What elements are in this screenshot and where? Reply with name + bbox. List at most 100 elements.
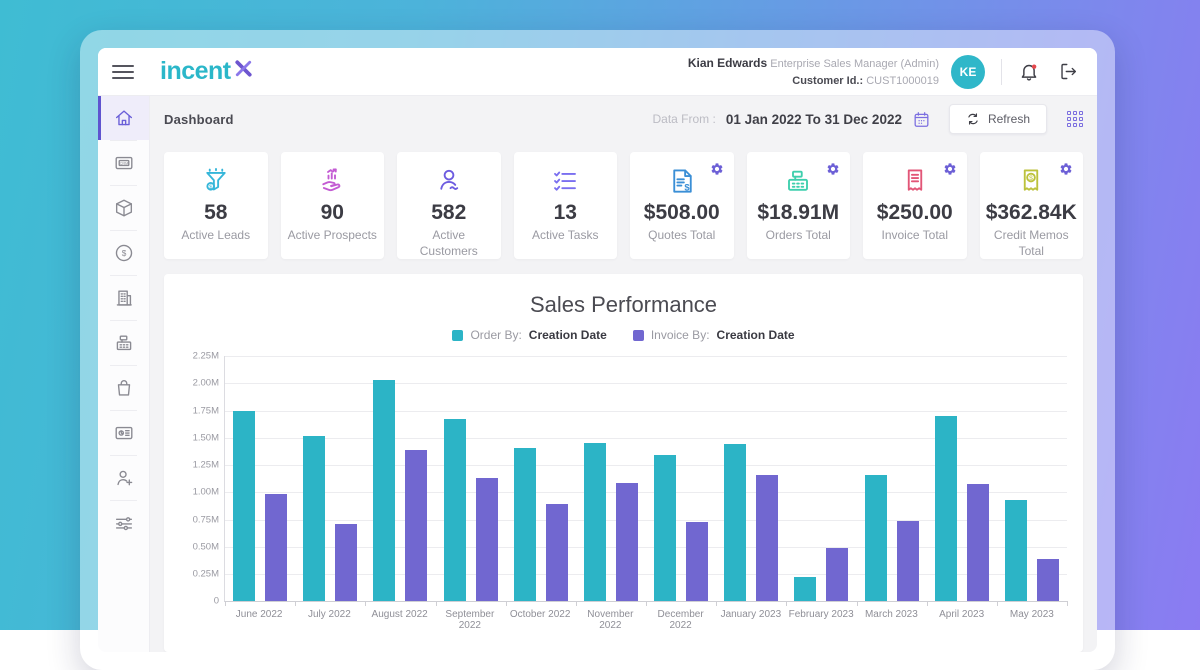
page-header: Dashboard Data From : 01 Jan 2022 To 31 …	[150, 96, 1097, 142]
date-range-value[interactable]: 01 Jan 2022 To 31 Dec 2022	[726, 112, 902, 127]
y-axis-tick-label: 0.50M	[173, 541, 219, 552]
user-name: Kian Edwards	[688, 56, 767, 70]
main-area: Dashboard Data From : 01 Jan 2022 To 31 …	[150, 96, 1097, 652]
kpi-card-active-leads[interactable]: $58Active Leads	[164, 152, 268, 259]
legend-swatch	[633, 330, 644, 341]
data-from-label: Data From :	[652, 112, 715, 126]
app-window: incent Kian Edwards Enterprise Sales Man…	[80, 30, 1115, 670]
gear-icon[interactable]	[1059, 162, 1073, 176]
avatar[interactable]: KE	[951, 55, 985, 89]
kpi-label: Active Tasks	[526, 228, 604, 244]
kpi-value: $18.91M	[757, 201, 839, 225]
sidebar-item-sliders[interactable]	[98, 501, 149, 545]
gear-icon[interactable]	[710, 162, 724, 176]
top-bar: incent Kian Edwards Enterprise Sales Man…	[98, 48, 1097, 96]
x-axis-tick	[225, 601, 226, 606]
logout-icon[interactable]	[1058, 61, 1079, 82]
bar-group-july-2022	[295, 356, 365, 601]
building-icon	[113, 287, 135, 309]
bar	[826, 548, 848, 601]
x-axis-tick	[436, 601, 437, 606]
sidebar-item-shopping-bag[interactable]	[98, 366, 149, 410]
sidebar-item-person-add[interactable]	[98, 456, 149, 500]
bar	[865, 475, 887, 601]
chart-title: Sales Performance	[164, 292, 1083, 318]
bar	[265, 494, 287, 601]
user-info: Kian Edwards Enterprise Sales Manager (A…	[688, 54, 939, 89]
bar	[514, 448, 536, 602]
kpi-value: 90	[321, 201, 344, 225]
bar	[335, 524, 357, 601]
kpi-label: Active Prospects	[282, 228, 383, 244]
kpi-card-active-prospects[interactable]: 90 Active Prospects	[281, 152, 385, 259]
kpi-label: Active Leads	[175, 228, 256, 244]
legend-item-invoice-by[interactable]: Invoice By:Creation Date	[633, 328, 795, 342]
y-axis-tick-label: 0.25M	[173, 568, 219, 579]
x-axis-tick	[576, 601, 577, 606]
chart-x-axis-labels: June 2022July 2022August 2022September 2…	[224, 609, 1067, 631]
legend-value: Creation Date	[717, 328, 795, 342]
kpi-card-credit-memos-total[interactable]: $$362.84KCredit Memos Total	[980, 152, 1084, 259]
bar	[756, 475, 778, 601]
menu-hamburger-icon[interactable]	[112, 65, 134, 79]
bar-group-may-2023	[997, 356, 1067, 601]
kpi-label: Orders Total	[760, 228, 837, 244]
bar	[897, 521, 919, 602]
legend-item-order-by[interactable]: Order By:Creation Date	[452, 328, 606, 342]
sidebar-item-crm-card[interactable]: CRM	[98, 141, 149, 185]
shopping-bag-icon	[113, 377, 135, 399]
bar	[935, 416, 957, 601]
cash-register-icon	[113, 332, 135, 354]
bar	[444, 419, 466, 601]
person-add-icon	[113, 467, 135, 489]
chart-legend: Order By:Creation Date Invoice By:Creatio…	[164, 328, 1083, 342]
bar	[233, 411, 255, 602]
sidebar-item-package[interactable]	[98, 186, 149, 230]
kpi-label: Quotes Total	[642, 228, 721, 244]
customer-id-value: CUST1000019	[866, 75, 939, 87]
kpi-value: 13	[554, 201, 577, 225]
receipt-dollar-icon: $	[1016, 165, 1046, 197]
gear-icon[interactable]	[943, 162, 957, 176]
kpi-card-active-tasks[interactable]: 13 Active Tasks	[514, 152, 618, 259]
kpi-card-invoice-total[interactable]: $250.00Invoice Total	[863, 152, 967, 259]
sidebar-item-cash-register[interactable]	[98, 321, 149, 365]
x-axis-tick	[857, 601, 858, 606]
sidebar-item-dollar-coin[interactable]: $	[98, 231, 149, 275]
y-axis-tick-label: 1.75M	[173, 405, 219, 416]
legend-value: Creation Date	[529, 328, 607, 342]
bar-group-december-2022	[646, 356, 716, 601]
calendar-icon[interactable]	[912, 110, 931, 129]
bar-group-november-2022	[576, 356, 646, 601]
bar	[546, 504, 568, 601]
refresh-icon	[966, 112, 980, 126]
refresh-button[interactable]: Refresh	[949, 104, 1047, 134]
x-axis-tick	[997, 601, 998, 606]
user-role: Enterprise Sales Manager (Admin)	[770, 58, 939, 70]
incentx-logo[interactable]: incent	[160, 57, 254, 86]
notifications-bell-icon[interactable]	[1018, 61, 1040, 83]
kpi-value: 58	[204, 201, 227, 225]
x-axis-tick	[716, 601, 717, 606]
sales-performance-panel: Sales Performance Order By:Creation Date…	[164, 274, 1083, 652]
y-axis-tick-label: 1.00M	[173, 487, 219, 498]
kpi-card-quotes-total[interactable]: $$508.00Quotes Total	[630, 152, 734, 259]
x-axis-label: September 2022	[435, 609, 505, 631]
x-axis-tick	[1067, 601, 1068, 606]
y-axis-tick-label: 2.00M	[173, 378, 219, 389]
sidebar-item-building[interactable]	[98, 276, 149, 320]
receipt-icon	[900, 165, 930, 197]
kpi-card-active-customers[interactable]: 582Active Customers	[397, 152, 501, 259]
x-axis-tick	[365, 601, 366, 606]
bar-group-september-2022	[436, 356, 506, 601]
kpi-card-orders-total[interactable]: $18.91M Orders Total	[747, 152, 851, 259]
kpi-label: Invoice Total	[876, 228, 955, 244]
y-axis-tick-label: 2.25M	[173, 351, 219, 362]
package-icon	[113, 197, 135, 219]
gear-icon[interactable]	[826, 162, 840, 176]
sidebar-item-home[interactable]	[98, 96, 149, 140]
sidebar-item-report-card[interactable]	[98, 411, 149, 455]
bar	[616, 483, 638, 602]
apps-grid-icon[interactable]	[1067, 111, 1083, 127]
document-dollar-icon: $	[667, 165, 697, 197]
